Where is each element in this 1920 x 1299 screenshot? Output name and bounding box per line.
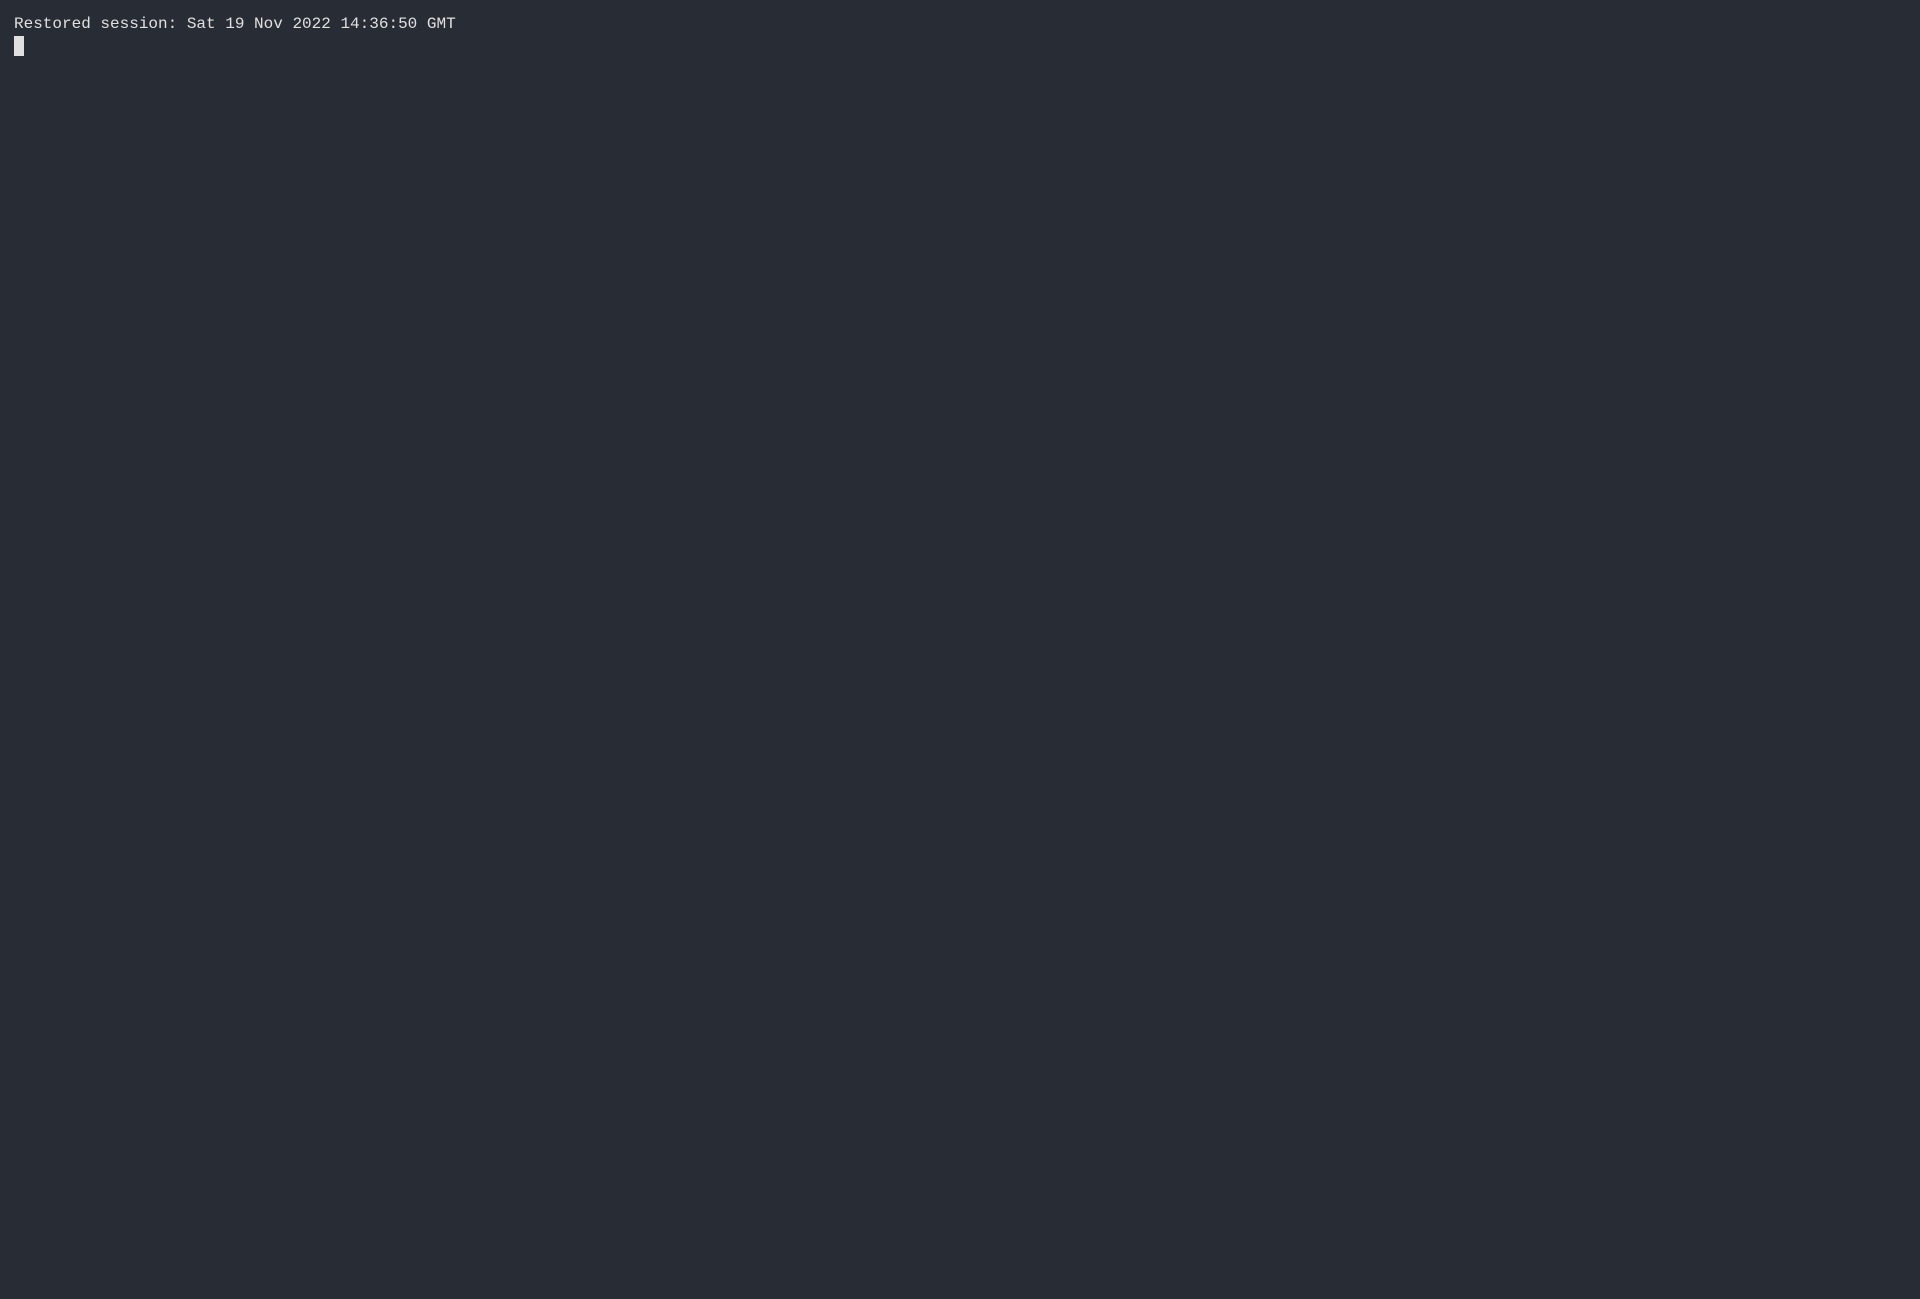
terminal-prompt-line [14, 36, 1906, 56]
session-restored-message: Restored session: Sat 19 Nov 2022 14:36:… [14, 12, 1906, 36]
terminal-window[interactable]: Restored session: Sat 19 Nov 2022 14:36:… [0, 0, 1920, 1299]
terminal-cursor [14, 36, 24, 56]
